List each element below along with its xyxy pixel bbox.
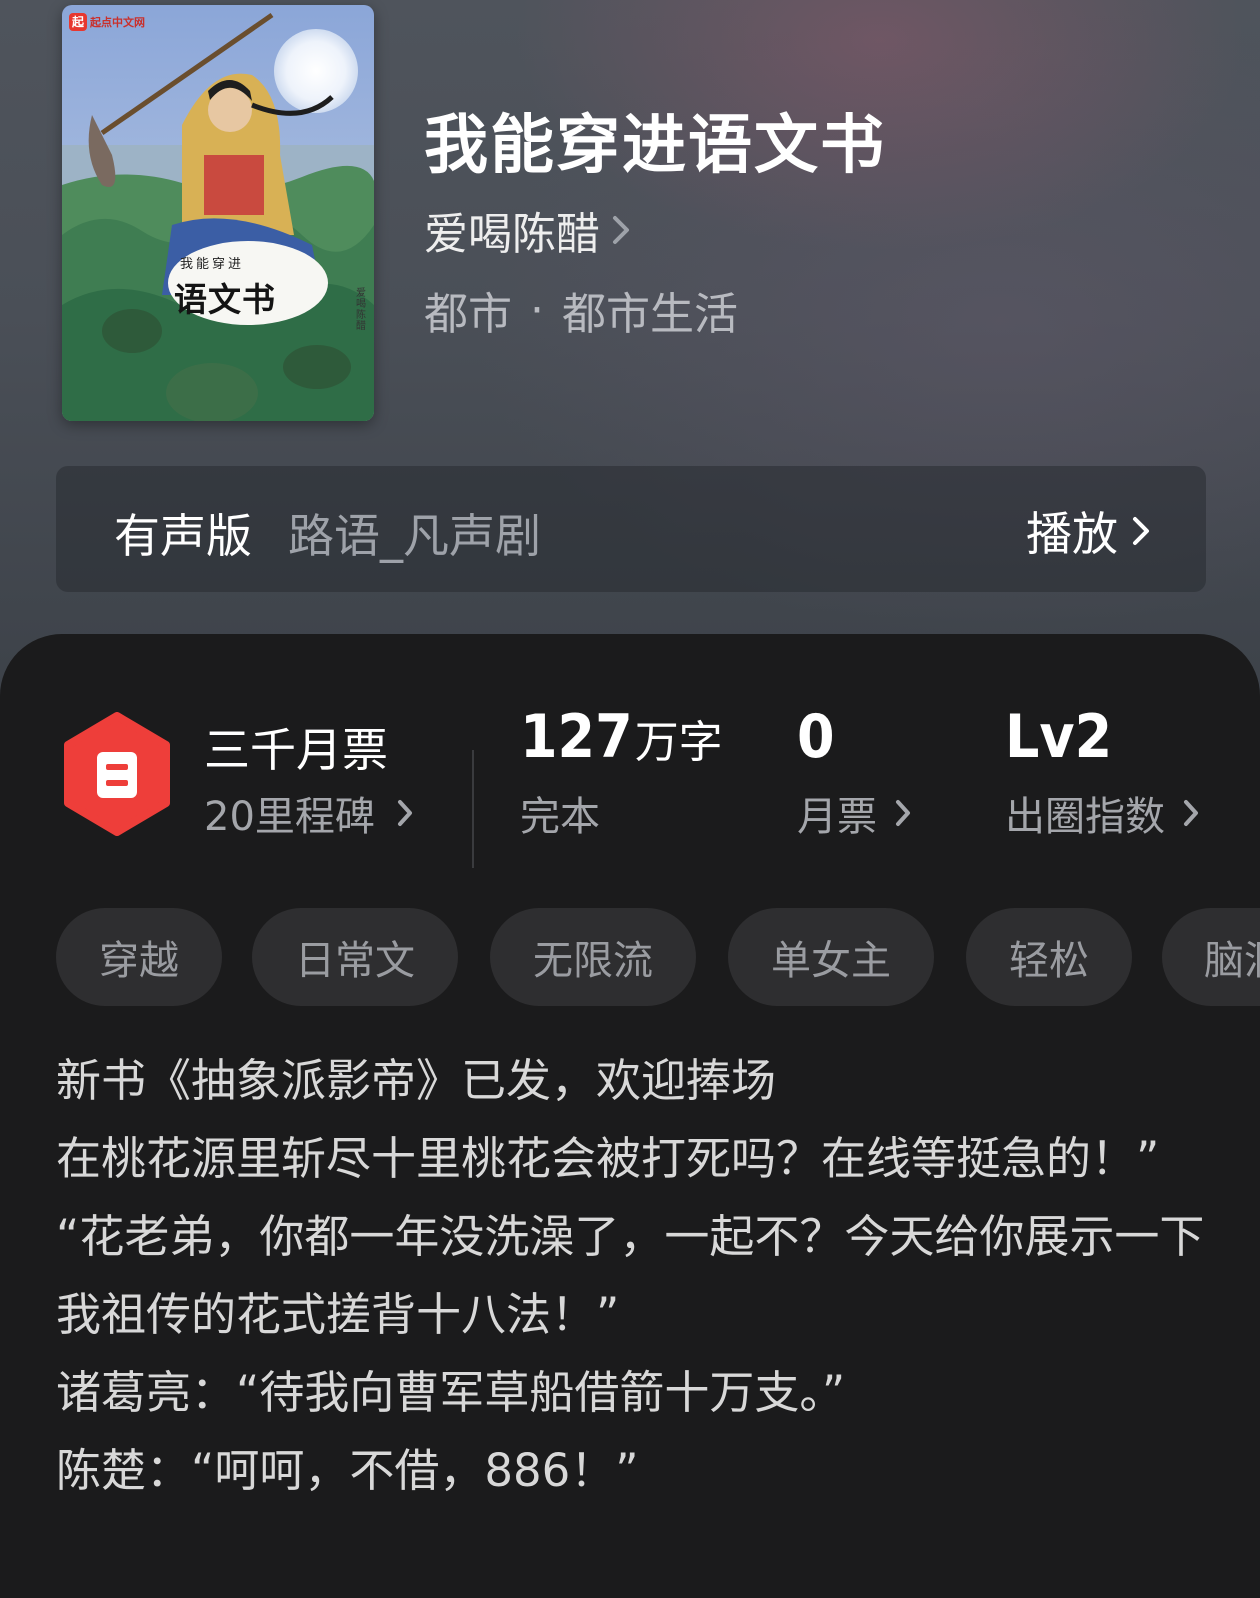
ticket-icon [64,712,170,836]
cover-title: 语文书 [174,280,276,319]
stats-divider [472,750,474,868]
word-count: 127万字 [520,702,723,772]
chevron-right-icon [397,800,412,826]
tag-chip[interactable]: 单女主 [728,908,934,1006]
synopsis-line: 陈楚：“呵呵，不借，886！” [56,1444,639,1497]
audio-play-button[interactable]: 播放 [1026,498,1150,564]
tag-chip[interactable]: 无限流 [490,908,696,1006]
author-name: 爱喝陈醋 [424,209,600,260]
completion-status: 完本 [520,794,600,840]
genre-separator: · [530,284,544,336]
synopsis-line: 诸葛亮：“待我向曹军草船借箭十万支。” [56,1366,846,1419]
brand-badge: 起 [69,13,87,31]
tag-chip[interactable]: 轻松 [966,908,1132,1006]
word-count-number: 127 [520,702,633,772]
tag-list: 穿越 日常文 无限流 单女主 轻松 脑洞 [56,908,1260,1006]
audio-play-label: 播放 [1026,507,1118,561]
monthly-votes-label: 月票 [797,794,877,840]
synopsis-line: 新书《抽象派影帝》已发，欢迎捧场 [56,1054,777,1107]
cover-author: 爱喝陈醋 [356,288,366,332]
monthly-ticket-badge[interactable] [62,712,172,840]
chevron-right-icon [896,800,910,826]
audio-narrator: 路语_凡声剧 [288,509,541,563]
audio-version-bar[interactable]: 有声版 路语_凡声剧 播放 [56,466,1206,592]
synopsis-line: 在桃花源里斩尽十里桃花会被打死吗？在线等挺急的！” [56,1132,1160,1185]
book-synopsis[interactable]: 新书《抽象派影帝》已发，欢迎捧场 在桃花源里斩尽十里桃花会被打死吗？在线等挺急的… [56,1042,1216,1510]
monthly-votes-count: 0 [797,702,835,772]
cover-illustration [62,5,374,421]
stats-row: 三千月票 20里程碑 127万字 完本 0 月票 Lv2 出圈指数 [0,684,1260,868]
chevron-right-icon [613,216,629,244]
genre-subcategory: 都市生活 [562,289,738,340]
popularity-index-label: 出圈指数 [1005,794,1165,840]
tag-chip[interactable]: 日常文 [252,908,458,1006]
synopsis-line: “花老弟，你都一年没洗澡了，一起不？今天给你展示一下我祖传的花式搓背十八法！” [56,1210,1205,1341]
book-cover[interactable]: 起 起点中文网 我能穿进 语文书 爱喝陈醋 [62,5,374,421]
popularity-index-link[interactable]: 出圈指数 [1005,784,1199,842]
brand-name: 起点中文网 [90,16,145,29]
genre-category: 都市 [424,289,512,340]
book-title: 我能穿进语文书 [424,108,886,183]
milestone-label: 20里程碑 [204,794,375,840]
genre-info: 都市 · 都市生活 [424,278,738,342]
tag-chip[interactable]: 穿越 [56,908,222,1006]
chevron-right-icon [1133,517,1149,545]
milestone-link[interactable]: 20里程碑 [204,784,413,842]
cover-brand-logo: 起 起点中文网 [66,11,151,33]
word-count-unit: 万字 [634,717,723,768]
audio-label: 有声版 [114,509,252,563]
popularity-level: Lv2 [1005,702,1113,772]
book-detail-panel: 三千月票 20里程碑 127万字 完本 0 月票 Lv2 出圈指数 穿越 日常文… [0,634,1260,1598]
book-header: 起 起点中文网 我能穿进 语文书 爱喝陈醋 我能穿进语文书 爱喝陈醋 都市 · … [0,0,1260,700]
author-link[interactable]: 爱喝陈醋 [424,198,630,262]
tag-chip[interactable]: 脑洞 [1162,908,1260,1006]
monthly-votes-link[interactable]: 月票 [797,784,911,842]
ticket-title[interactable]: 三千月票 [204,714,388,780]
cover-subtitle: 我能穿进 [180,257,245,272]
chevron-right-icon [1184,800,1198,826]
